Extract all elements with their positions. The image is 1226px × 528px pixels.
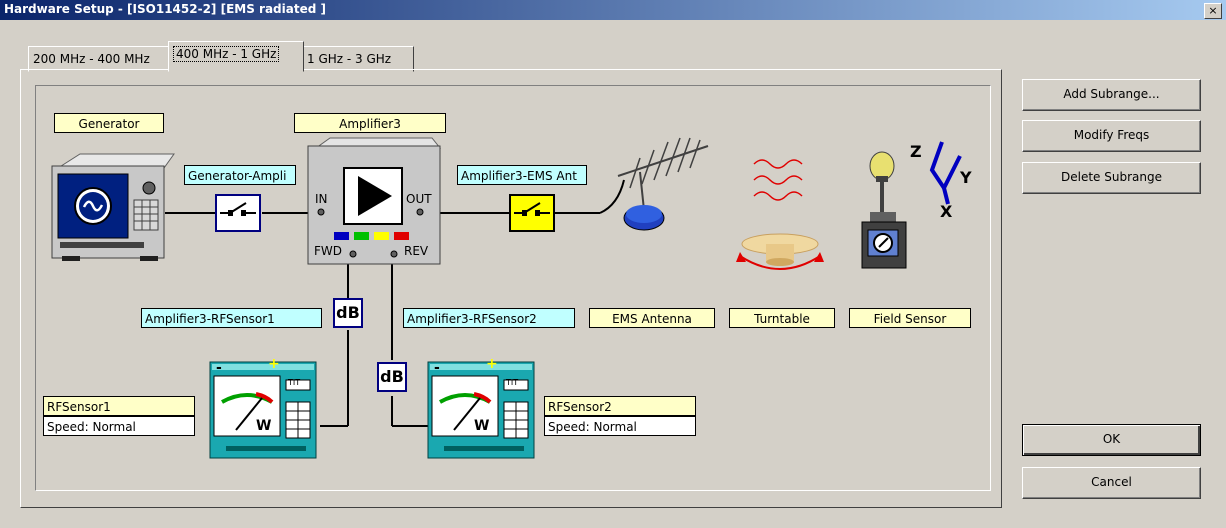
axes-icon (929, 141, 962, 205)
axis-y-label: Y (960, 168, 972, 187)
db-attenuator-2[interactable]: dB (377, 362, 407, 392)
gen-amp-link-label[interactable]: Generator-Ampli (184, 165, 296, 185)
generator-icon[interactable] (51, 153, 175, 261)
rfsensor1-meter-icon[interactable] (209, 361, 317, 459)
meter2-w: W (474, 418, 490, 434)
amp-ant-link-label[interactable]: Amplifier3-EMS Ant (457, 165, 587, 185)
axis-x-label: X (940, 202, 953, 221)
tab-400mhz-1ghz[interactable]: 400 MHz - 1 GHz (168, 41, 304, 72)
meter1-w: W (256, 418, 272, 434)
rfsensor2-name-label[interactable]: RFSensor2 (544, 396, 696, 416)
meter1-minus: - (216, 360, 222, 376)
radiation-waves-icon (753, 159, 803, 201)
db-attenuator-1[interactable]: dB (333, 298, 363, 328)
amp-antenna-switch-icon[interactable] (509, 194, 555, 232)
gen-amp-switch-icon[interactable] (215, 194, 261, 232)
rfsensor1-name-label[interactable]: RFSensor1 (43, 396, 195, 416)
cancel-button[interactable]: Cancel (1022, 467, 1201, 499)
meter1-plus: + (268, 356, 280, 372)
modify-freqs-button[interactable]: Modify Freqs (1022, 120, 1201, 152)
meter2-minus: - (434, 360, 440, 376)
rfsensor2-speed-label: Speed: Normal (544, 416, 696, 436)
tab-label: 400 MHz - 1 GHz (173, 46, 280, 62)
turntable-label[interactable]: Turntable (729, 308, 835, 328)
ems-antenna-label[interactable]: EMS Antenna (589, 308, 715, 328)
generator-label[interactable]: Generator (54, 113, 164, 133)
amp-rev-label: REV (404, 244, 429, 258)
amp-rfsensor2-link-label[interactable]: Amplifier3-RFSensor2 (403, 308, 575, 328)
meter2-box: TIT (506, 378, 519, 387)
meter1-box: TIT (288, 378, 301, 387)
amplifier-label[interactable]: Amplifier3 (294, 113, 446, 133)
amp-in-label: IN (315, 192, 328, 206)
rfsensor2-meter-icon[interactable] (427, 361, 535, 459)
delete-subrange-button[interactable]: Delete Subrange (1022, 162, 1201, 194)
amp-fwd-label: FWD (314, 244, 343, 258)
field-sensor-icon[interactable] (861, 151, 907, 269)
amp-rfsensor1-link-label[interactable]: Amplifier3-RFSensor1 (141, 308, 322, 328)
field-sensor-label[interactable]: Field Sensor (849, 308, 971, 328)
add-subrange-button[interactable]: Add Subrange... (1022, 79, 1201, 111)
axis-z-label: Z (910, 142, 922, 161)
ok-button[interactable]: OK (1022, 424, 1201, 456)
turntable-icon[interactable] (736, 233, 824, 270)
antenna-icon[interactable] (617, 137, 709, 231)
rfsensor1-speed-label: Speed: Normal (43, 416, 195, 436)
amp-out-label: OUT (406, 192, 432, 206)
meter2-plus: + (486, 356, 498, 372)
